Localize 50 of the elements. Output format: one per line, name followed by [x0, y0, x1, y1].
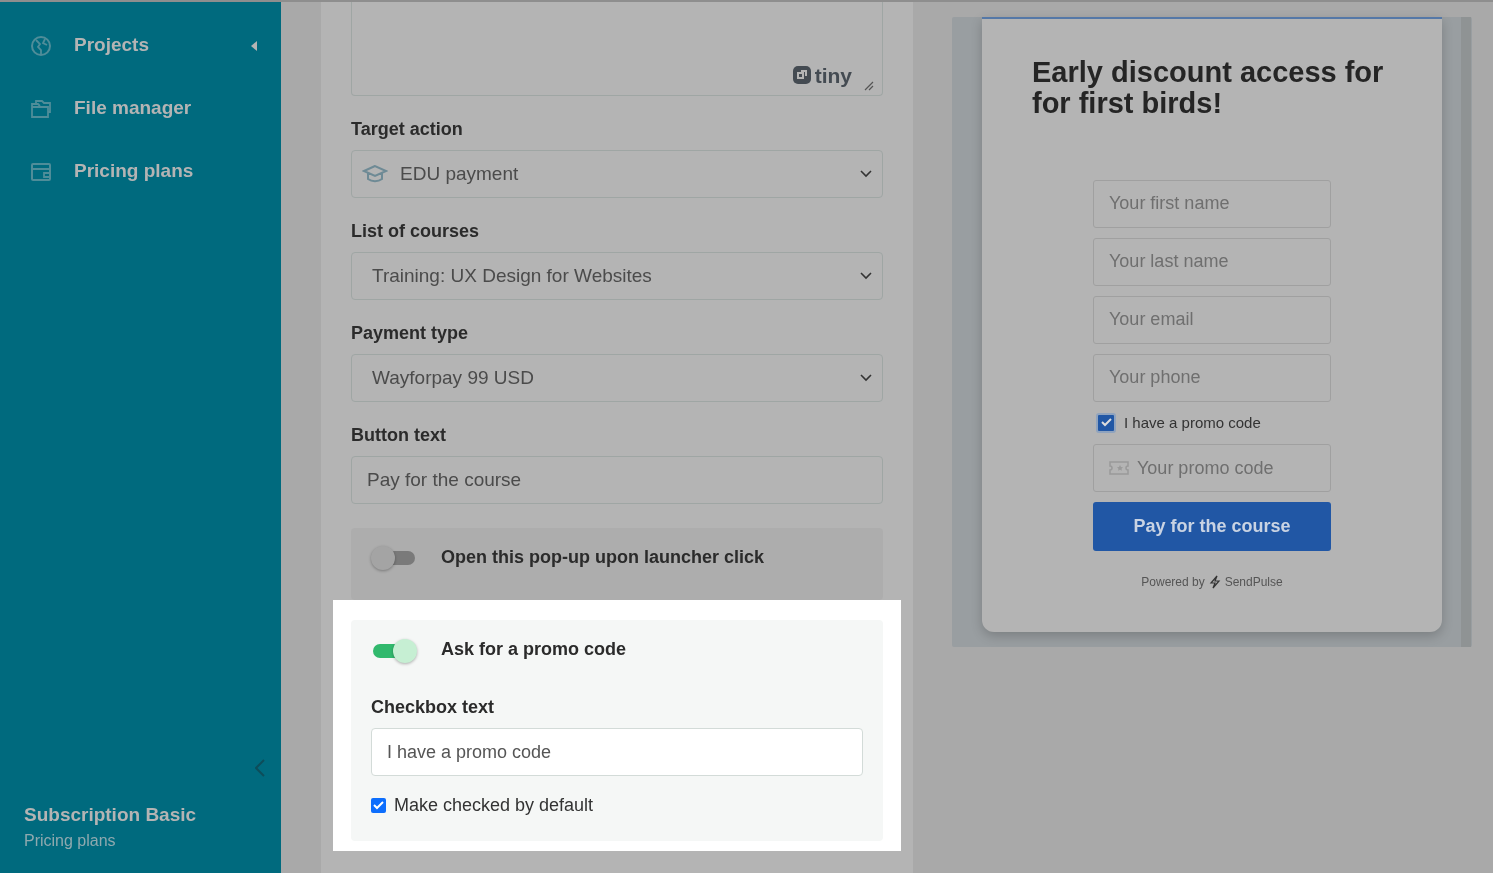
- checkbox-label: Make checked by default: [394, 794, 594, 817]
- field-label: Button text: [351, 424, 447, 447]
- chevron-down-icon: [860, 272, 872, 280]
- field-label: List of courses: [351, 220, 481, 243]
- popup-title: Early discount access for for first birds!: [1032, 57, 1385, 120]
- sidebar-item[interactable]: Pricing plans: [24, 140, 281, 203]
- folders-icon: [30, 97, 52, 120]
- input-field[interactable]: Your promo code: [1093, 444, 1331, 493]
- field-label: Payment type: [351, 322, 470, 345]
- toggle-label: Open this pop-up upon launcher click: [441, 546, 764, 569]
- powered-by-text: Powered by: [1141, 574, 1205, 592]
- text-editor[interactable]: tiny: [351, 2, 883, 96]
- toggle-switch[interactable]: [371, 547, 417, 569]
- checkbox[interactable]: [371, 798, 386, 813]
- brand-name: SendPulse: [1224, 574, 1283, 592]
- check-icon: [1100, 418, 1112, 428]
- checkbox[interactable]: [1096, 412, 1116, 433]
- collapse-icon[interactable]: [255, 758, 265, 777]
- select-field[interactable]: EDU payment: [351, 150, 883, 198]
- select-field[interactable]: Training: UX Design for Websites: [351, 252, 883, 300]
- chevron-down-icon: [860, 170, 872, 178]
- plan-name: Subscription Basic: [24, 802, 198, 827]
- field-label: Checkbox text: [371, 696, 496, 719]
- chevron-down-icon: [860, 374, 872, 382]
- scrollbar[interactable]: [1461, 17, 1471, 647]
- tiny-logo-icon: [791, 65, 812, 86]
- globe-icon: [30, 34, 52, 57]
- input-field[interactable]: Your email: [1093, 295, 1331, 344]
- checkbox-label: I have a promo code: [1124, 412, 1261, 433]
- sidebar-item[interactable]: File manager: [24, 77, 281, 140]
- caret-icon: [251, 40, 257, 51]
- plan-subtitle: Pricing plans: [24, 831, 117, 851]
- sidebar-item[interactable]: Projects: [24, 14, 281, 77]
- toggle-label: Ask for a promo code: [441, 638, 627, 661]
- resize-handle-icon: [864, 81, 874, 91]
- ticket-icon: [1109, 460, 1129, 477]
- select-field[interactable]: Wayforpay 99 USD: [351, 354, 883, 402]
- editor-brand: tiny: [791, 59, 852, 91]
- input-field[interactable]: I have a promo code: [371, 728, 863, 776]
- field-label: Target action: [351, 118, 464, 141]
- toggle-switch[interactable]: [371, 640, 417, 662]
- input-field[interactable]: Your last name: [1093, 237, 1331, 286]
- graduation-cap-icon: [362, 163, 388, 185]
- input-field[interactable]: Pay for the course: [351, 456, 883, 504]
- input-field[interactable]: Your phone: [1093, 353, 1331, 402]
- check-icon: [373, 801, 384, 810]
- lightning-icon: [1208, 575, 1221, 590]
- wallet-icon: [30, 160, 52, 183]
- pay-button[interactable]: Pay for the course: [1093, 502, 1331, 552]
- input-field[interactable]: Your first name: [1093, 179, 1331, 228]
